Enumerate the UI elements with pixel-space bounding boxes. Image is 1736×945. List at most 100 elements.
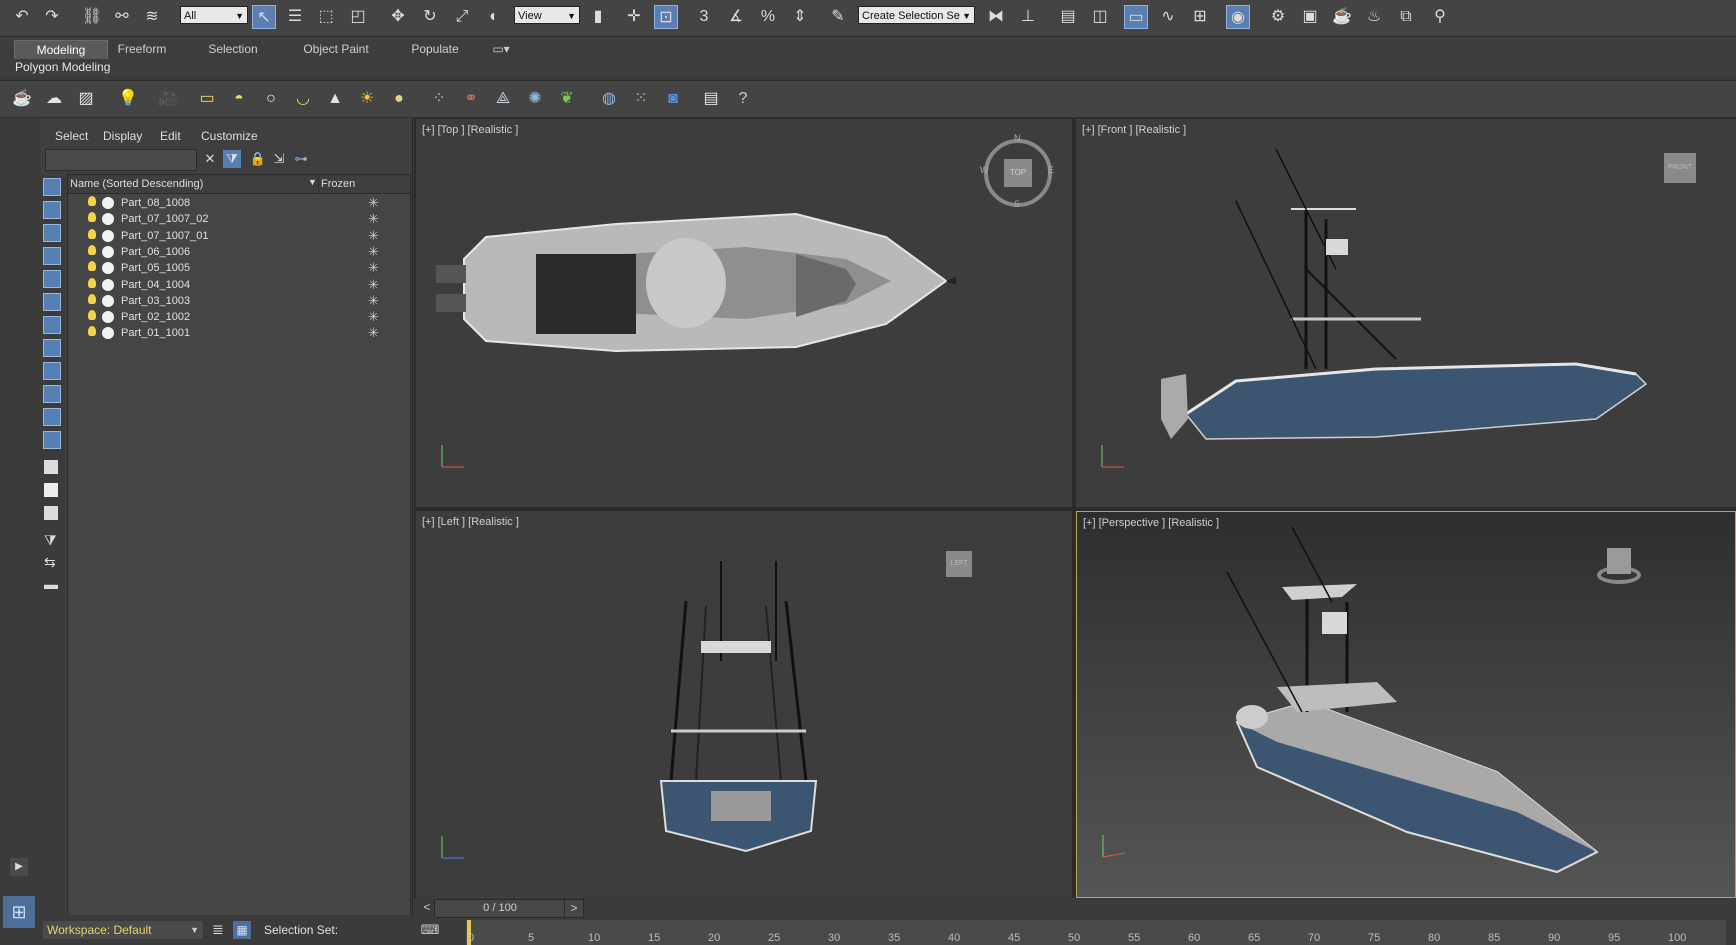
table-row[interactable]: Part_06_1006 ✳	[68, 243, 410, 261]
scale-icon[interactable]: ⤢	[450, 5, 474, 29]
curve-editor-icon[interactable]: ∿	[1156, 5, 1180, 29]
plane-icon[interactable]: ▭	[195, 87, 219, 111]
table-row[interactable]: Part_02_1002 ✳	[68, 308, 410, 326]
light-bulb-icon[interactable]	[88, 277, 96, 288]
window-crossing-icon[interactable]: ◰	[346, 5, 370, 29]
display-frozen-icon[interactable]	[43, 408, 61, 426]
sun-icon[interactable]: ☀	[355, 87, 379, 111]
frozen-icon[interactable]: ✳	[368, 309, 379, 325]
disk-icon[interactable]: ●	[387, 87, 411, 111]
lock-icon[interactable]: 🔒	[249, 150, 267, 168]
sort-arrow-icon[interactable]: ▼	[308, 177, 317, 187]
table-row[interactable]: Part_08_1008 ✳	[68, 194, 410, 212]
tab-object-paint[interactable]: Object Paint	[294, 40, 378, 58]
frame-ruler[interactable]: 0 5 10 15 20 25 30 35 40 45 50 55 60 65 70 75 80 85 90 95 10…	[466, 920, 1726, 945]
light-bulb-icon[interactable]	[88, 212, 96, 223]
hemisphere-icon[interactable]: ◓	[227, 87, 251, 111]
time-next-button[interactable]: >	[564, 899, 584, 918]
light-bulb-icon[interactable]	[88, 293, 96, 304]
visibility-icon[interactable]	[102, 213, 114, 226]
table-row[interactable]: Part_04_1004 ✳	[68, 276, 410, 294]
visibility-icon[interactable]	[102, 294, 114, 307]
display-bones-icon[interactable]	[43, 362, 61, 380]
viewport-layout-icon[interactable]: ⊞	[3, 896, 35, 928]
render-in-cloud-icon[interactable]: ⧉	[1394, 5, 1418, 29]
viewport-left[interactable]: [+] [Left ] [Realistic ] LEFT	[416, 511, 1072, 898]
menu-select[interactable]: Select	[55, 129, 88, 143]
display-containers-icon[interactable]	[43, 385, 61, 403]
display-all-icon[interactable]	[44, 460, 58, 474]
tab-freeform[interactable]: Freeform	[108, 40, 176, 58]
percent-snap-icon[interactable]: %	[756, 5, 780, 29]
help-icon[interactable]: ?	[731, 87, 755, 111]
expand-panel-icon[interactable]: ▶	[10, 858, 28, 876]
light-bulb-icon[interactable]: 💡	[116, 87, 140, 111]
material-sphere-icon[interactable]: ◍	[597, 87, 621, 111]
funnel-icon[interactable]: ⧩	[44, 532, 57, 549]
select-object-icon[interactable]: ↖	[252, 5, 276, 29]
placement-icon[interactable]: ◐	[482, 5, 506, 29]
display-helpers-icon[interactable]	[43, 270, 61, 288]
table-row[interactable]: Part_05_1005 ✳	[68, 259, 410, 277]
grass-icon[interactable]: ❦	[555, 87, 579, 111]
selection-set-icon[interactable]: ▦	[233, 921, 251, 939]
undo-icon[interactable]: ↶	[10, 5, 34, 29]
hierarchy-view-icon[interactable]: ⊶	[292, 150, 310, 168]
ribbon-options-icon[interactable]: ▭▾	[486, 40, 516, 58]
sphere-icon[interactable]: ○	[259, 87, 283, 111]
display-lights-icon[interactable]	[43, 224, 61, 242]
light-bulb-icon[interactable]	[88, 310, 96, 321]
frozen-icon[interactable]: ✳	[368, 244, 379, 260]
frozen-icon[interactable]: ✳	[368, 195, 379, 211]
visibility-icon[interactable]	[102, 245, 114, 258]
table-row[interactable]: Part_07_1007_01 ✳	[68, 227, 410, 245]
rectangular-selection-icon[interactable]: ⬚	[314, 5, 338, 29]
render-setup-icon[interactable]: ⚙	[1266, 5, 1290, 29]
visibility-icon[interactable]	[102, 327, 114, 340]
selection-filter-dropdown[interactable]: All ▼	[180, 6, 248, 24]
cloud-icon[interactable]: ☁	[42, 87, 66, 111]
redo-icon[interactable]: ↷	[40, 5, 64, 29]
a360-gallery-icon[interactable]: ⚲	[1428, 5, 1452, 29]
filter-icon[interactable]: ⧩	[223, 150, 241, 168]
column-name-header[interactable]: Name (Sorted Descending)	[70, 178, 203, 190]
camera-icon[interactable]: 🎥	[156, 87, 180, 111]
time-slider[interactable]: 0 / 100	[434, 899, 566, 918]
menu-display[interactable]: Display	[103, 129, 142, 143]
visibility-icon[interactable]	[102, 262, 114, 275]
render-iterative-icon[interactable]: ♨	[1362, 5, 1386, 29]
display-xrefs-icon[interactable]	[43, 339, 61, 357]
hierarchy-add-icon[interactable]: ⇲	[270, 150, 288, 168]
bone-icon[interactable]: ⟁	[491, 87, 515, 111]
perspective-view-cube[interactable]	[1597, 548, 1641, 592]
move-icon[interactable]: ✥	[386, 5, 410, 29]
light-bulb-icon[interactable]	[88, 228, 96, 239]
render-production-icon[interactable]: ☕	[1330, 5, 1354, 29]
table-row[interactable]: Part_03_1003 ✳	[68, 292, 410, 310]
display-spacewarps-icon[interactable]	[43, 293, 61, 311]
viewport-front[interactable]: [+] [Front ] [Realistic ] FRONT	[1076, 119, 1736, 507]
visibility-icon[interactable]	[102, 278, 114, 291]
key-filter-icon[interactable]: ⌨	[418, 922, 442, 942]
link-icon[interactable]: ⛓	[80, 5, 104, 29]
sync-selection-icon[interactable]: ⇆	[44, 554, 56, 571]
tab-selection[interactable]: Selection	[196, 40, 270, 58]
frozen-icon[interactable]: ✳	[368, 277, 379, 293]
align-icon[interactable]: ⊥	[1016, 5, 1040, 29]
ribbon-toggle-icon[interactable]: ▭	[1124, 5, 1148, 29]
cone-icon[interactable]: ▲	[323, 87, 347, 111]
frozen-icon[interactable]: ✳	[368, 211, 379, 227]
scene-search-input[interactable]	[45, 149, 197, 171]
layers-stack-icon[interactable]: ≣	[212, 921, 224, 938]
light-bulb-icon[interactable]	[88, 326, 96, 337]
named-selection-set-dropdown[interactable]: Create Selection Se ▼	[858, 6, 975, 24]
light-bulb-icon[interactable]	[88, 196, 96, 206]
mirror-icon[interactable]: ⧓	[984, 5, 1008, 29]
display-invert-icon[interactable]	[44, 506, 58, 520]
edit-named-selection-icon[interactable]: ✎	[826, 5, 850, 29]
spinner-snap-icon[interactable]: ⇕	[788, 5, 812, 29]
layers-icon[interactable]: ▤	[699, 87, 723, 111]
clear-search-icon[interactable]: ✕	[201, 150, 219, 168]
pivot-center-icon[interactable]: ▮	[586, 5, 610, 29]
front-view-cube[interactable]: FRONT	[1664, 153, 1696, 183]
